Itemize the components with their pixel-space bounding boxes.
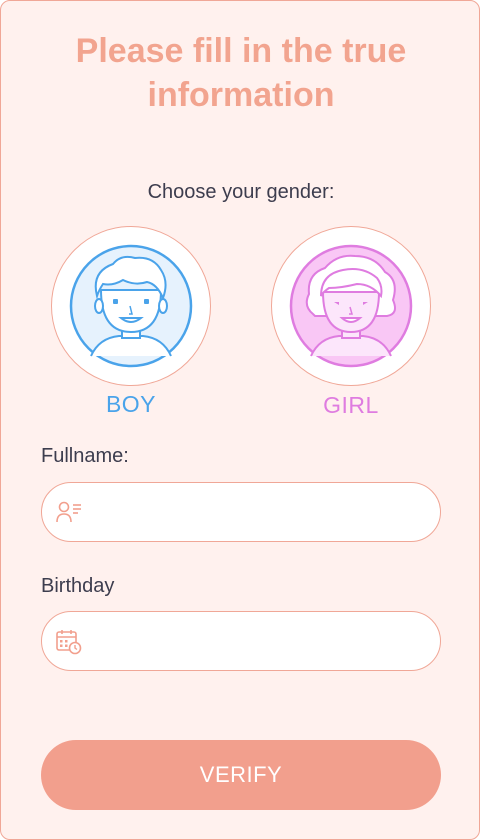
verification-card: Please fill in the true information Choo… xyxy=(0,0,480,840)
birthday-label: Birthday xyxy=(41,575,115,597)
boy-avatar-icon xyxy=(69,244,193,368)
user-card-icon xyxy=(56,501,81,523)
boy-label[interactable]: BOY xyxy=(51,391,211,418)
verify-button[interactable]: VERIFY xyxy=(41,740,441,810)
boy-option[interactable] xyxy=(51,226,211,386)
fullname-field[interactable] xyxy=(41,482,441,542)
girl-avatar-icon xyxy=(289,244,413,368)
birthday-input[interactable] xyxy=(98,612,422,670)
fullname-label: Fullname: xyxy=(41,445,129,467)
calendar-clock-icon xyxy=(56,630,82,655)
girl-label[interactable]: GIRL xyxy=(271,392,431,419)
page-title: Please fill in the true information xyxy=(75,32,407,114)
girl-option[interactable] xyxy=(271,226,431,386)
birthday-field[interactable] xyxy=(41,611,441,671)
gender-prompt: Choose your gender: xyxy=(147,181,335,203)
fullname-input[interactable] xyxy=(98,483,422,541)
